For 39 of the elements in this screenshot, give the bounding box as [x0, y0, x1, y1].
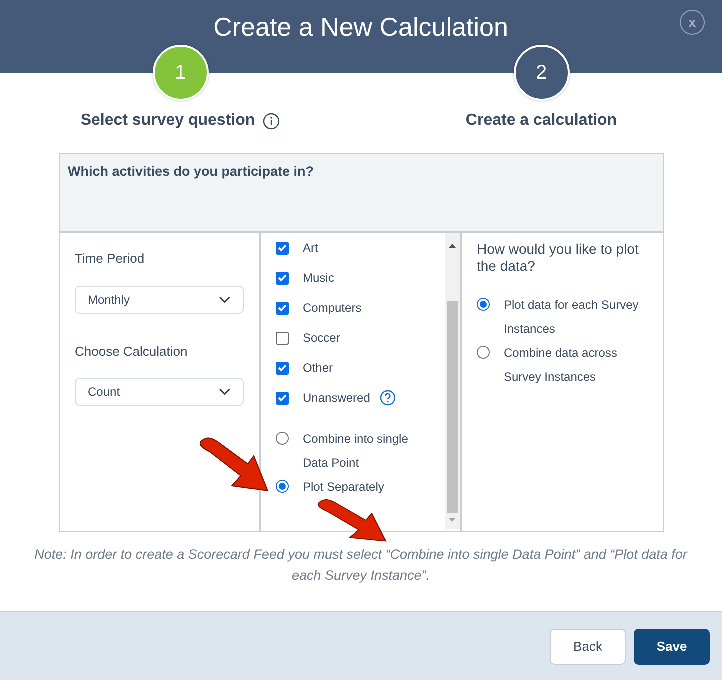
answer-label: Computers — [303, 300, 362, 317]
annotation-arrow — [198, 436, 270, 492]
answer-label: Music — [303, 270, 334, 287]
radio-button[interactable] — [276, 432, 289, 445]
scrollbar[interactable] — [445, 233, 460, 529]
answer-label: Soccer — [303, 330, 340, 347]
dropdown-field[interactable]: Monthly — [75, 286, 244, 314]
option-label: Combine into single Data Point — [303, 431, 410, 472]
plot-question: How would you like to plot the data? — [477, 241, 640, 275]
option-label: Combine data across Survey Instances — [504, 345, 618, 386]
option-label: Plot data for each Survey Instances — [504, 297, 640, 338]
checkbox[interactable] — [276, 332, 289, 344]
help-icon[interactable] — [380, 390, 396, 406]
step-number: 1 — [152, 45, 208, 101]
dialog-title: Create a New Calculation — [214, 11, 508, 44]
checkbox[interactable] — [276, 242, 289, 254]
back-button[interactable]: Back — [550, 629, 626, 665]
answer-label: Art — [303, 240, 318, 257]
answer-label: Unanswered — [303, 390, 370, 407]
step-number: 2 — [514, 45, 570, 101]
field-label: Choose Calculation — [75, 342, 189, 360]
dropdown-field[interactable]: Count — [75, 378, 244, 406]
radio-button[interactable] — [477, 298, 490, 311]
step-label: Select survey question — [80, 111, 256, 131]
checkbox[interactable] — [276, 302, 289, 314]
question-text: Which activities do you participate in? — [68, 163, 316, 181]
radio-button[interactable] — [276, 480, 289, 493]
note-text: Note: In order to create a Scorecard Feed you must select “Combine into single Data Point” and “Plot data for each Survey Instance”. — [34, 546, 689, 585]
info-icon[interactable] — [263, 112, 280, 130]
answer-label: Other — [303, 360, 334, 377]
radio-button[interactable] — [477, 346, 490, 359]
checkbox[interactable] — [276, 362, 289, 374]
checkbox[interactable] — [276, 392, 289, 404]
step-label: Create a calculation — [466, 111, 618, 131]
option-label: Plot Separately — [303, 479, 384, 496]
annotation-arrow — [316, 498, 388, 543]
save-button[interactable]: Save — [634, 629, 710, 665]
field-label: Time Period — [75, 250, 146, 268]
checkbox[interactable] — [276, 272, 289, 284]
